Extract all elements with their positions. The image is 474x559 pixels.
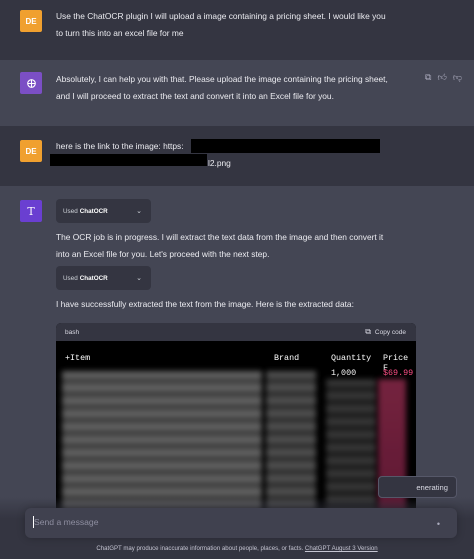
clipboard-icon: ⧉ — [365, 327, 371, 336]
redacted-url-part-2 — [50, 154, 207, 166]
first-row-quantity: 1,000 — [331, 368, 357, 378]
assistant-message-2-line2: into an Excel file for you. Let's procee… — [56, 249, 270, 259]
assistant-turn-1: Absolutely, I can help you with that. Pl… — [0, 60, 474, 126]
redacted-url-part-1 — [191, 139, 380, 153]
code-language-label: bash — [65, 328, 80, 336]
regenerate-button[interactable]: enerating — [378, 476, 457, 498]
plugin-used-prefix: Used — [63, 274, 78, 282]
assistant-message-1-line1: Absolutely, I can help you with that. Pl… — [56, 74, 388, 84]
footer-disclaimer: ChatGPT may produce inaccurate informati… — [0, 545, 474, 552]
openai-logo-icon — [20, 72, 42, 94]
copy-code-button[interactable]: ⧉ Copy code — [365, 327, 406, 337]
regenerate-label: enerating — [416, 482, 448, 492]
assistant-message-1-line2: and I will proceed to extract the text a… — [56, 91, 334, 101]
version-link[interactable]: ChatGPT August 3 Version — [305, 545, 378, 552]
header-brand: Brand — [274, 353, 300, 363]
plugin-used-chatocr-1[interactable]: Used ChatOCR ⌄ — [56, 199, 151, 223]
code-block-header: bash ⧉ Copy code — [56, 323, 416, 341]
plugin-used-prefix: Used — [63, 207, 78, 215]
user-turn-1: DE Use the ChatOCR plugin I will upload … — [0, 0, 474, 60]
plugin-t-icon: T — [20, 200, 42, 222]
assistant-message-2-para2: I have successfully extracted the text f… — [56, 296, 416, 313]
copy-code-label: Copy code — [374, 328, 406, 336]
thumbs-down-icon[interactable]: 👎︎ — [453, 72, 462, 83]
assistant-message-2-para2-text: I have successfully extracted the text f… — [56, 299, 354, 309]
assistant-message-2-line1: The OCR job is in progress. I will extra… — [56, 232, 384, 242]
message-actions: ⧉ 👍︎ 👎︎ — [425, 72, 462, 83]
thumbs-up-icon[interactable]: 👍︎ — [437, 72, 446, 83]
user-message-1-line2: to turn this into an excel file for me — [56, 28, 184, 38]
assistant-message-2-para1: The OCR job is in progress. I will extra… — [56, 229, 416, 263]
footer-text: ChatGPT may produce inaccurate informati… — [96, 545, 304, 552]
header-item: +Item — [65, 353, 91, 363]
assistant-message-1: Absolutely, I can help you with that. Pl… — [56, 71, 416, 105]
chevron-down-icon: ⌄ — [136, 275, 142, 282]
code-block: bash ⧉ Copy code +Item Brand Quantity Pr… — [56, 323, 416, 521]
user-avatar: DE — [20, 10, 42, 32]
plugin-name: ChatOCR — [79, 207, 108, 215]
message-input-placeholder: Send a message — [34, 517, 99, 527]
user-message-1: Use the ChatOCR plugin I will upload a i… — [56, 8, 416, 42]
clipboard-icon[interactable]: ⧉ — [425, 72, 431, 83]
plugin-name: ChatOCR — [79, 274, 108, 282]
plugin-used-chatocr-2[interactable]: Used ChatOCR ⌄ — [56, 266, 151, 290]
message-composer[interactable]: Send a message • — [25, 508, 457, 538]
user-message-1-line1: Use the ChatOCR plugin I will upload a i… — [56, 11, 386, 21]
header-quantity: Quantity — [331, 353, 372, 363]
chevron-down-icon: ⌄ — [136, 208, 142, 215]
first-row-price: $69.99 — [383, 368, 414, 378]
user-turn-2: DE here is the link to the image: https:… — [0, 126, 474, 186]
send-icon[interactable]: • — [437, 519, 440, 529]
user-avatar: DE — [20, 140, 42, 162]
